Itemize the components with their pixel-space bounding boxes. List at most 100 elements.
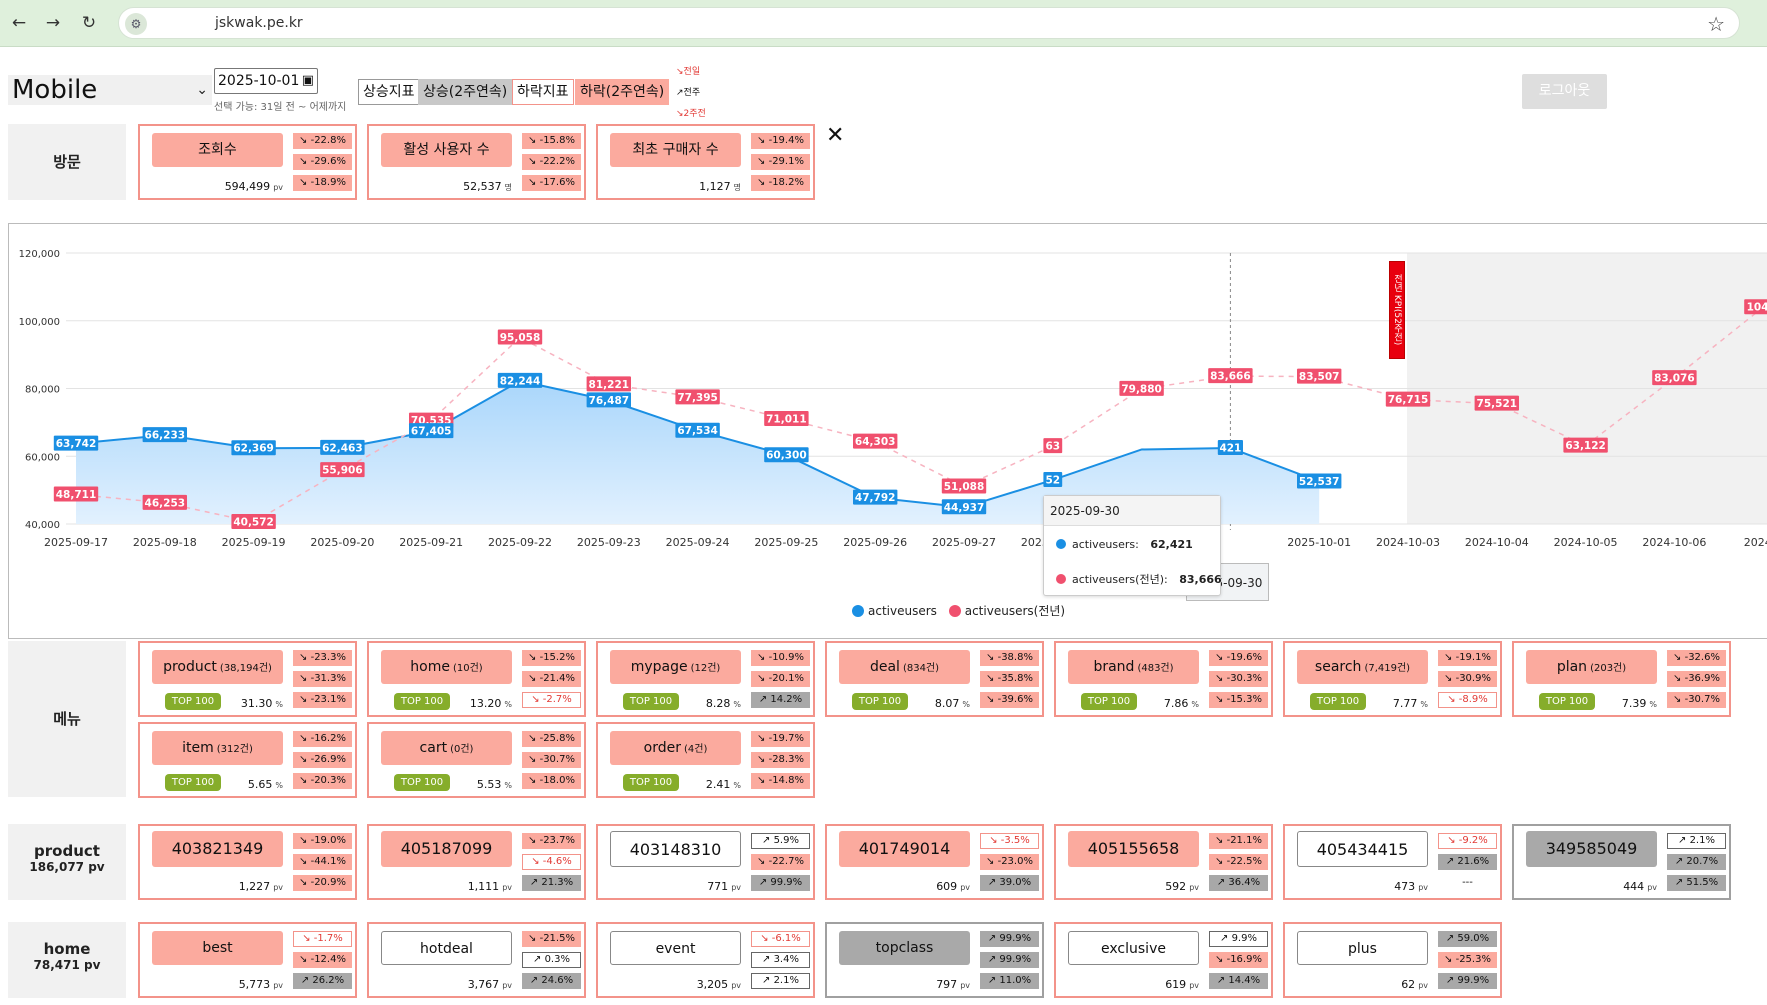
kpi-card[interactable]: 403148310 ↗ 5.9% ↘ -22.7% ↗ 99.9% 771 pv <box>596 824 815 900</box>
card-value-unit: pv <box>273 981 283 990</box>
card-title-button[interactable]: topclass <box>839 931 970 965</box>
top100-badge[interactable]: TOP 100 <box>394 693 450 710</box>
card-title-button[interactable]: search (7,419건) <box>1297 650 1428 684</box>
kpi-card[interactable]: 349585049 ↗ 2.1% ↗ 20.7% ↗ 51.5% 444 pv <box>1512 824 1731 900</box>
card-title-button[interactable]: hotdeal <box>381 931 512 965</box>
kpi-card[interactable]: cart (0건) ↘ -25.8% ↘ -30.7% ↘ -18.0% 5.53% TOP… <box>367 722 586 798</box>
card-title-button[interactable]: order (4건) <box>610 731 741 765</box>
card-value-number: 7.86 <box>1163 697 1189 710</box>
card-title-button[interactable]: 403821349 <box>152 831 283 867</box>
device-select[interactable]: Mobile ⌄ <box>8 75 212 105</box>
top100-badge[interactable]: TOP 100 <box>623 693 679 710</box>
card-title-button[interactable]: best <box>152 931 283 965</box>
card-value-number: 7.39 <box>1621 697 1647 710</box>
card-title-button[interactable]: 최초 구매자 수 <box>610 133 741 167</box>
data-label-text: 55,906 <box>322 465 363 477</box>
card-title-button[interactable]: 403148310 <box>610 831 741 867</box>
forward-icon[interactable]: → <box>42 12 64 34</box>
card-title-button[interactable]: 401749014 <box>839 831 970 867</box>
site-settings-icon[interactable]: ⚙ <box>125 13 147 35</box>
top100-badge[interactable]: TOP 100 <box>394 774 450 791</box>
top100-badge[interactable]: TOP 100 <box>1539 693 1595 710</box>
card-title-button[interactable]: 조회수 <box>152 133 283 167</box>
kpi-card[interactable]: brand (483건) ↘ -19.6% ↘ -30.3% ↘ -15.3% 7.86%… <box>1054 641 1273 717</box>
kpi-card[interactable]: deal (834건) ↘ -38.8% ↘ -35.8% ↘ -39.6% 8.07% T… <box>825 641 1044 717</box>
kpi-card[interactable]: 401749014 ↘ -3.5% ↘ -23.0% ↗ 39.0% 609 pv <box>825 824 1044 900</box>
card-value-unit: 명 <box>504 183 512 192</box>
card-title-button[interactable]: 405434415 <box>1297 831 1428 867</box>
back-icon[interactable]: ← <box>8 12 30 34</box>
card-title-button[interactable]: item (312건) <box>152 731 283 765</box>
change-badge: ↗ 26.2% <box>293 973 352 989</box>
card-title-button[interactable]: cart (0건) <box>381 731 512 765</box>
kpi-card[interactable]: order (4건) ↘ -19.7% ↘ -28.3% ↘ -14.8% 2.41% TO… <box>596 722 815 798</box>
top100-badge[interactable]: TOP 100 <box>165 693 221 710</box>
kpi-card[interactable]: 활성 사용자 수 ↘ -15.8% ↘ -22.2% ↘ -17.6% 52,537 명 <box>367 124 586 200</box>
card-title: plan <box>1556 659 1588 675</box>
kpi-card[interactable]: topclass ↗ 99.9% ↗ 99.9% ↗ 11.0% 797 pv <box>825 922 1044 998</box>
reload-icon[interactable]: ↻ <box>78 12 100 34</box>
kpi-card[interactable]: 405155658 ↘ -21.1% ↘ -22.5% ↗ 36.4% 592 pv <box>1054 824 1273 900</box>
address-bar[interactable]: ⚙ jskwak.pe.kr ☆ <box>118 7 1740 39</box>
close-icon[interactable]: ✕ <box>826 123 844 148</box>
card-value-number: 1,227 <box>238 880 271 893</box>
x-tick-label: 2025-09-18 <box>133 536 197 549</box>
data-label-text: 104,0 <box>1747 302 1767 314</box>
change-badge: ↗ 14.2% <box>751 692 810 708</box>
date-input[interactable]: 2025-10-01 ▣ <box>214 68 318 94</box>
logout-button[interactable]: 로그아웃 <box>1522 74 1607 109</box>
card-title-button[interactable]: 405187099 <box>381 831 512 867</box>
legend-activeusers-prev[interactable]: activeusers(전년) <box>965 604 1065 618</box>
change-badge: ↗ 36.4% <box>1209 875 1268 891</box>
change-badge: ↗ 0.3% <box>522 952 581 968</box>
change-badge: ↘ -18.0% <box>522 773 581 789</box>
url-text[interactable]: jskwak.pe.kr <box>215 15 303 31</box>
card-title: 405434415 <box>1316 840 1409 859</box>
card-title-button[interactable]: brand (483건) <box>1068 650 1199 684</box>
kpi-card[interactable]: 405434415 ↘ -9.2% ↗ 21.6% --- 473 pv <box>1283 824 1502 900</box>
series-dot-icon <box>1056 539 1066 549</box>
top100-badge[interactable]: TOP 100 <box>1310 693 1366 710</box>
kpi-card[interactable]: home (10건) ↘ -15.2% ↘ -21.4% ↘ -2.7% 13.20% TO… <box>367 641 586 717</box>
top100-badge[interactable]: TOP 100 <box>165 774 221 791</box>
card-title-button[interactable]: 405155658 <box>1068 831 1199 867</box>
kpi-card[interactable]: 403821349 ↘ -19.0% ↘ -44.1% ↘ -20.9% 1,227 pv <box>138 824 357 900</box>
y-tick-label: 100,000 <box>19 317 60 328</box>
card-title-button[interactable]: exclusive <box>1068 931 1199 965</box>
top100-badge[interactable]: TOP 100 <box>852 693 908 710</box>
date-hint: 선택 가능: 31일 전 ~ 어제까지 <box>214 102 347 113</box>
legend-activeusers[interactable]: activeusers <box>868 604 937 618</box>
card-title-button[interactable]: mypage (12건) <box>610 650 741 684</box>
kpi-card[interactable]: plan (203건) ↘ -32.6% ↘ -36.9% ↘ -30.7% 7.39% T… <box>1512 641 1731 717</box>
bookmark-star-icon[interactable]: ☆ <box>1707 12 1725 36</box>
kpi-card[interactable]: event ↘ -6.1% ↗ 3.4% ↗ 2.1% 3,205 pv <box>596 922 815 998</box>
card-title-button[interactable]: deal (834건) <box>839 650 970 684</box>
change-badge: ↘ -8.9% <box>1438 692 1497 708</box>
kpi-card[interactable]: 405187099 ↘ -23.7% ↘ -4.6% ↗ 21.3% 1,111 pv <box>367 824 586 900</box>
kpi-card[interactable]: plus ↗ 59.0% ↘ -25.3% ↗ 99.9% 62 pv <box>1283 922 1502 998</box>
kpi-card[interactable]: hotdeal ↘ -21.5% ↗ 0.3% ↗ 24.6% 3,767 pv <box>367 922 586 998</box>
card-title-button[interactable]: home (10건) <box>381 650 512 684</box>
top100-badge[interactable]: TOP 100 <box>623 774 679 791</box>
kpi-card[interactable]: exclusive ↗ 9.9% ↘ -16.9% ↗ 14.4% 619 pv <box>1054 922 1273 998</box>
change-badge: ↘ -10.9% <box>751 650 810 666</box>
kpi-card[interactable]: 조회수 ↘ -22.8% ↘ -29.6% ↘ -18.9% 594,499 pv <box>138 124 357 200</box>
calendar-icon[interactable]: ▣ <box>302 69 314 93</box>
card-value: 2.41% <box>706 778 741 791</box>
kpi-card[interactable]: item (312건) ↘ -16.2% ↘ -26.9% ↘ -20.3% 5.65% T… <box>138 722 357 798</box>
card-title-button[interactable]: product (38,194건) <box>152 650 283 684</box>
kpi-card[interactable]: 최초 구매자 수 ↘ -19.4% ↘ -29.1% ↘ -18.2% 1,127 명 <box>596 124 815 200</box>
kpi-card[interactable]: mypage (12건) ↘ -10.9% ↘ -20.1% ↗ 14.2% 8.28% T… <box>596 641 815 717</box>
kpi-card[interactable]: best ↘ -1.7% ↘ -12.4% ↗ 26.2% 5,773 pv <box>138 922 357 998</box>
kpi-card[interactable]: search (7,419건) ↘ -19.1% ↘ -30.9% ↘ -8.9% 7.7… <box>1283 641 1502 717</box>
change-badge: ↘ -20.1% <box>751 671 810 687</box>
change-badge: ↘ -2.7% <box>522 692 581 708</box>
activeusers-chart: 40,000 60,000 80,000 100,000 120,000 2025-09-… <box>8 223 1767 639</box>
card-title-button[interactable]: 활성 사용자 수 <box>381 133 512 167</box>
kpi-card[interactable]: product (38,194건) ↘ -23.3% ↘ -31.3% ↘ -23.1%… <box>138 641 357 717</box>
card-title-button[interactable]: event <box>610 931 741 965</box>
card-title-button[interactable]: 349585049 <box>1526 831 1657 867</box>
top100-badge[interactable]: TOP 100 <box>1081 693 1137 710</box>
card-title-button[interactable]: plus <box>1297 931 1428 965</box>
card-title-button[interactable]: plan (203건) <box>1526 650 1657 684</box>
